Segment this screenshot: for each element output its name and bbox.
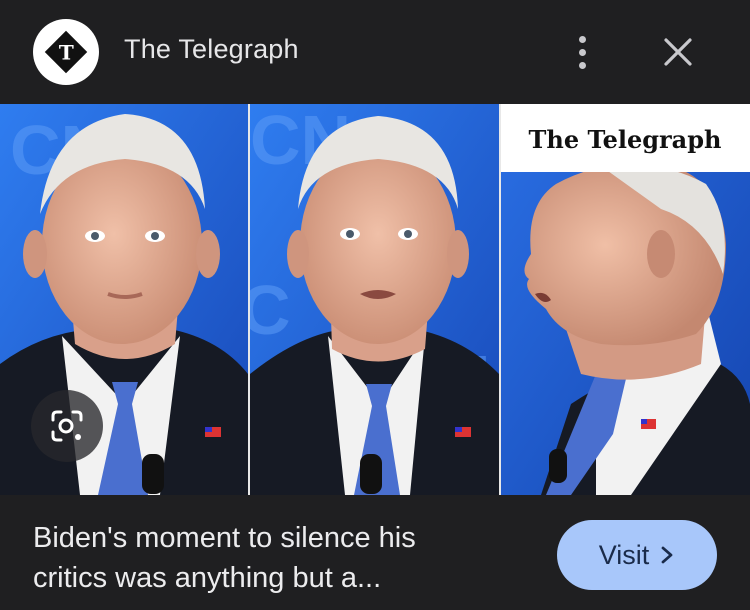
panel-divider [499, 104, 501, 495]
result-title[interactable]: Biden's moment to silence his critics wa… [33, 518, 533, 598]
chevron-right-icon [661, 546, 673, 564]
close-button[interactable] [656, 30, 700, 74]
panel-divider [248, 104, 250, 495]
close-icon [664, 38, 692, 66]
telegraph-logo-icon: T [44, 30, 88, 74]
google-lens-icon [51, 410, 83, 442]
visit-button[interactable]: Visit [557, 520, 717, 590]
telegraph-watermark: The Telegraph [529, 125, 722, 154]
source-logo[interactable]: T [33, 19, 99, 85]
photo-panel-3: The Telegraph [501, 104, 750, 495]
svg-text:C: C [250, 271, 291, 349]
more-vert-icon [578, 35, 586, 43]
caption-line-1: Biden's moment to silence his [33, 522, 416, 554]
more-options-button[interactable] [562, 30, 602, 74]
source-name[interactable]: The Telegraph [124, 34, 299, 65]
logo-letter: T [58, 39, 74, 64]
result-image[interactable]: CNNC [0, 104, 750, 495]
photo-panel-2: CNCN [250, 104, 499, 495]
google-lens-button[interactable] [31, 390, 103, 462]
result-header: T The Telegraph [0, 0, 750, 104]
visit-label: Visit [598, 539, 650, 570]
caption-line-2: critics was anything but a... [33, 562, 382, 594]
